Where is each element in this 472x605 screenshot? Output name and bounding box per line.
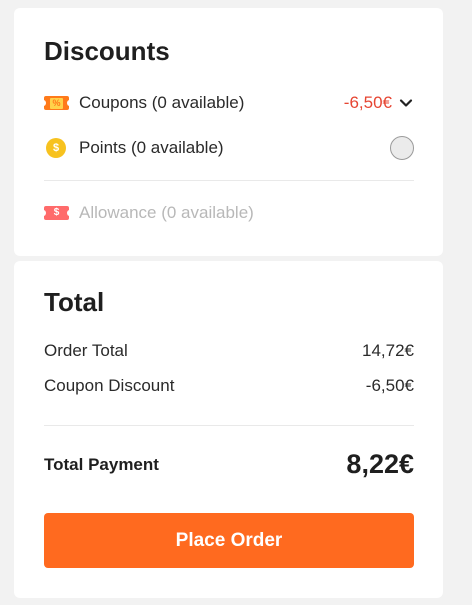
total-card: Total Order Total 14,72€ Coupon Discount… <box>14 261 443 598</box>
points-row[interactable]: $ Points (0 available) <box>44 135 414 161</box>
discounts-divider <box>44 180 414 181</box>
coupon-discount-label: Coupon Discount <box>44 376 175 395</box>
chevron-down-icon[interactable] <box>398 95 414 111</box>
coupons-discount-value: -6,50€ <box>343 93 392 112</box>
order-total-row: Order Total 14,72€ <box>44 341 414 361</box>
total-divider <box>44 425 414 426</box>
coin-icon: $ <box>46 138 66 158</box>
coupon-discount-value: -6,50€ <box>365 376 414 395</box>
points-label: Points (0 available) <box>79 138 224 157</box>
coupon-icon: % <box>41 96 72 110</box>
discounts-card: Discounts % Coupons (0 available) -6,50€… <box>14 8 443 256</box>
place-order-button[interactable]: Place Order <box>44 513 414 568</box>
allowance-icon: $ <box>41 206 72 220</box>
allowance-row: $ Allowance (0 available) <box>41 200 414 226</box>
coupon-discount-row: Coupon Discount -6,50€ <box>44 376 414 396</box>
total-title: Total <box>44 287 105 317</box>
total-payment-label: Total Payment <box>44 454 159 474</box>
coupons-label: Coupons (0 available) <box>79 93 245 112</box>
coupons-row[interactable]: % Coupons (0 available) -6,50€ <box>41 90 414 116</box>
order-total-value: 14,72€ <box>362 341 414 360</box>
total-payment-row: Total Payment 8,22€ <box>44 449 414 480</box>
total-payment-value: 8,22€ <box>346 449 414 479</box>
discounts-title: Discounts <box>44 36 170 66</box>
points-toggle-radio[interactable] <box>390 136 414 160</box>
order-total-label: Order Total <box>44 341 128 360</box>
allowance-label: Allowance (0 available) <box>79 203 254 222</box>
